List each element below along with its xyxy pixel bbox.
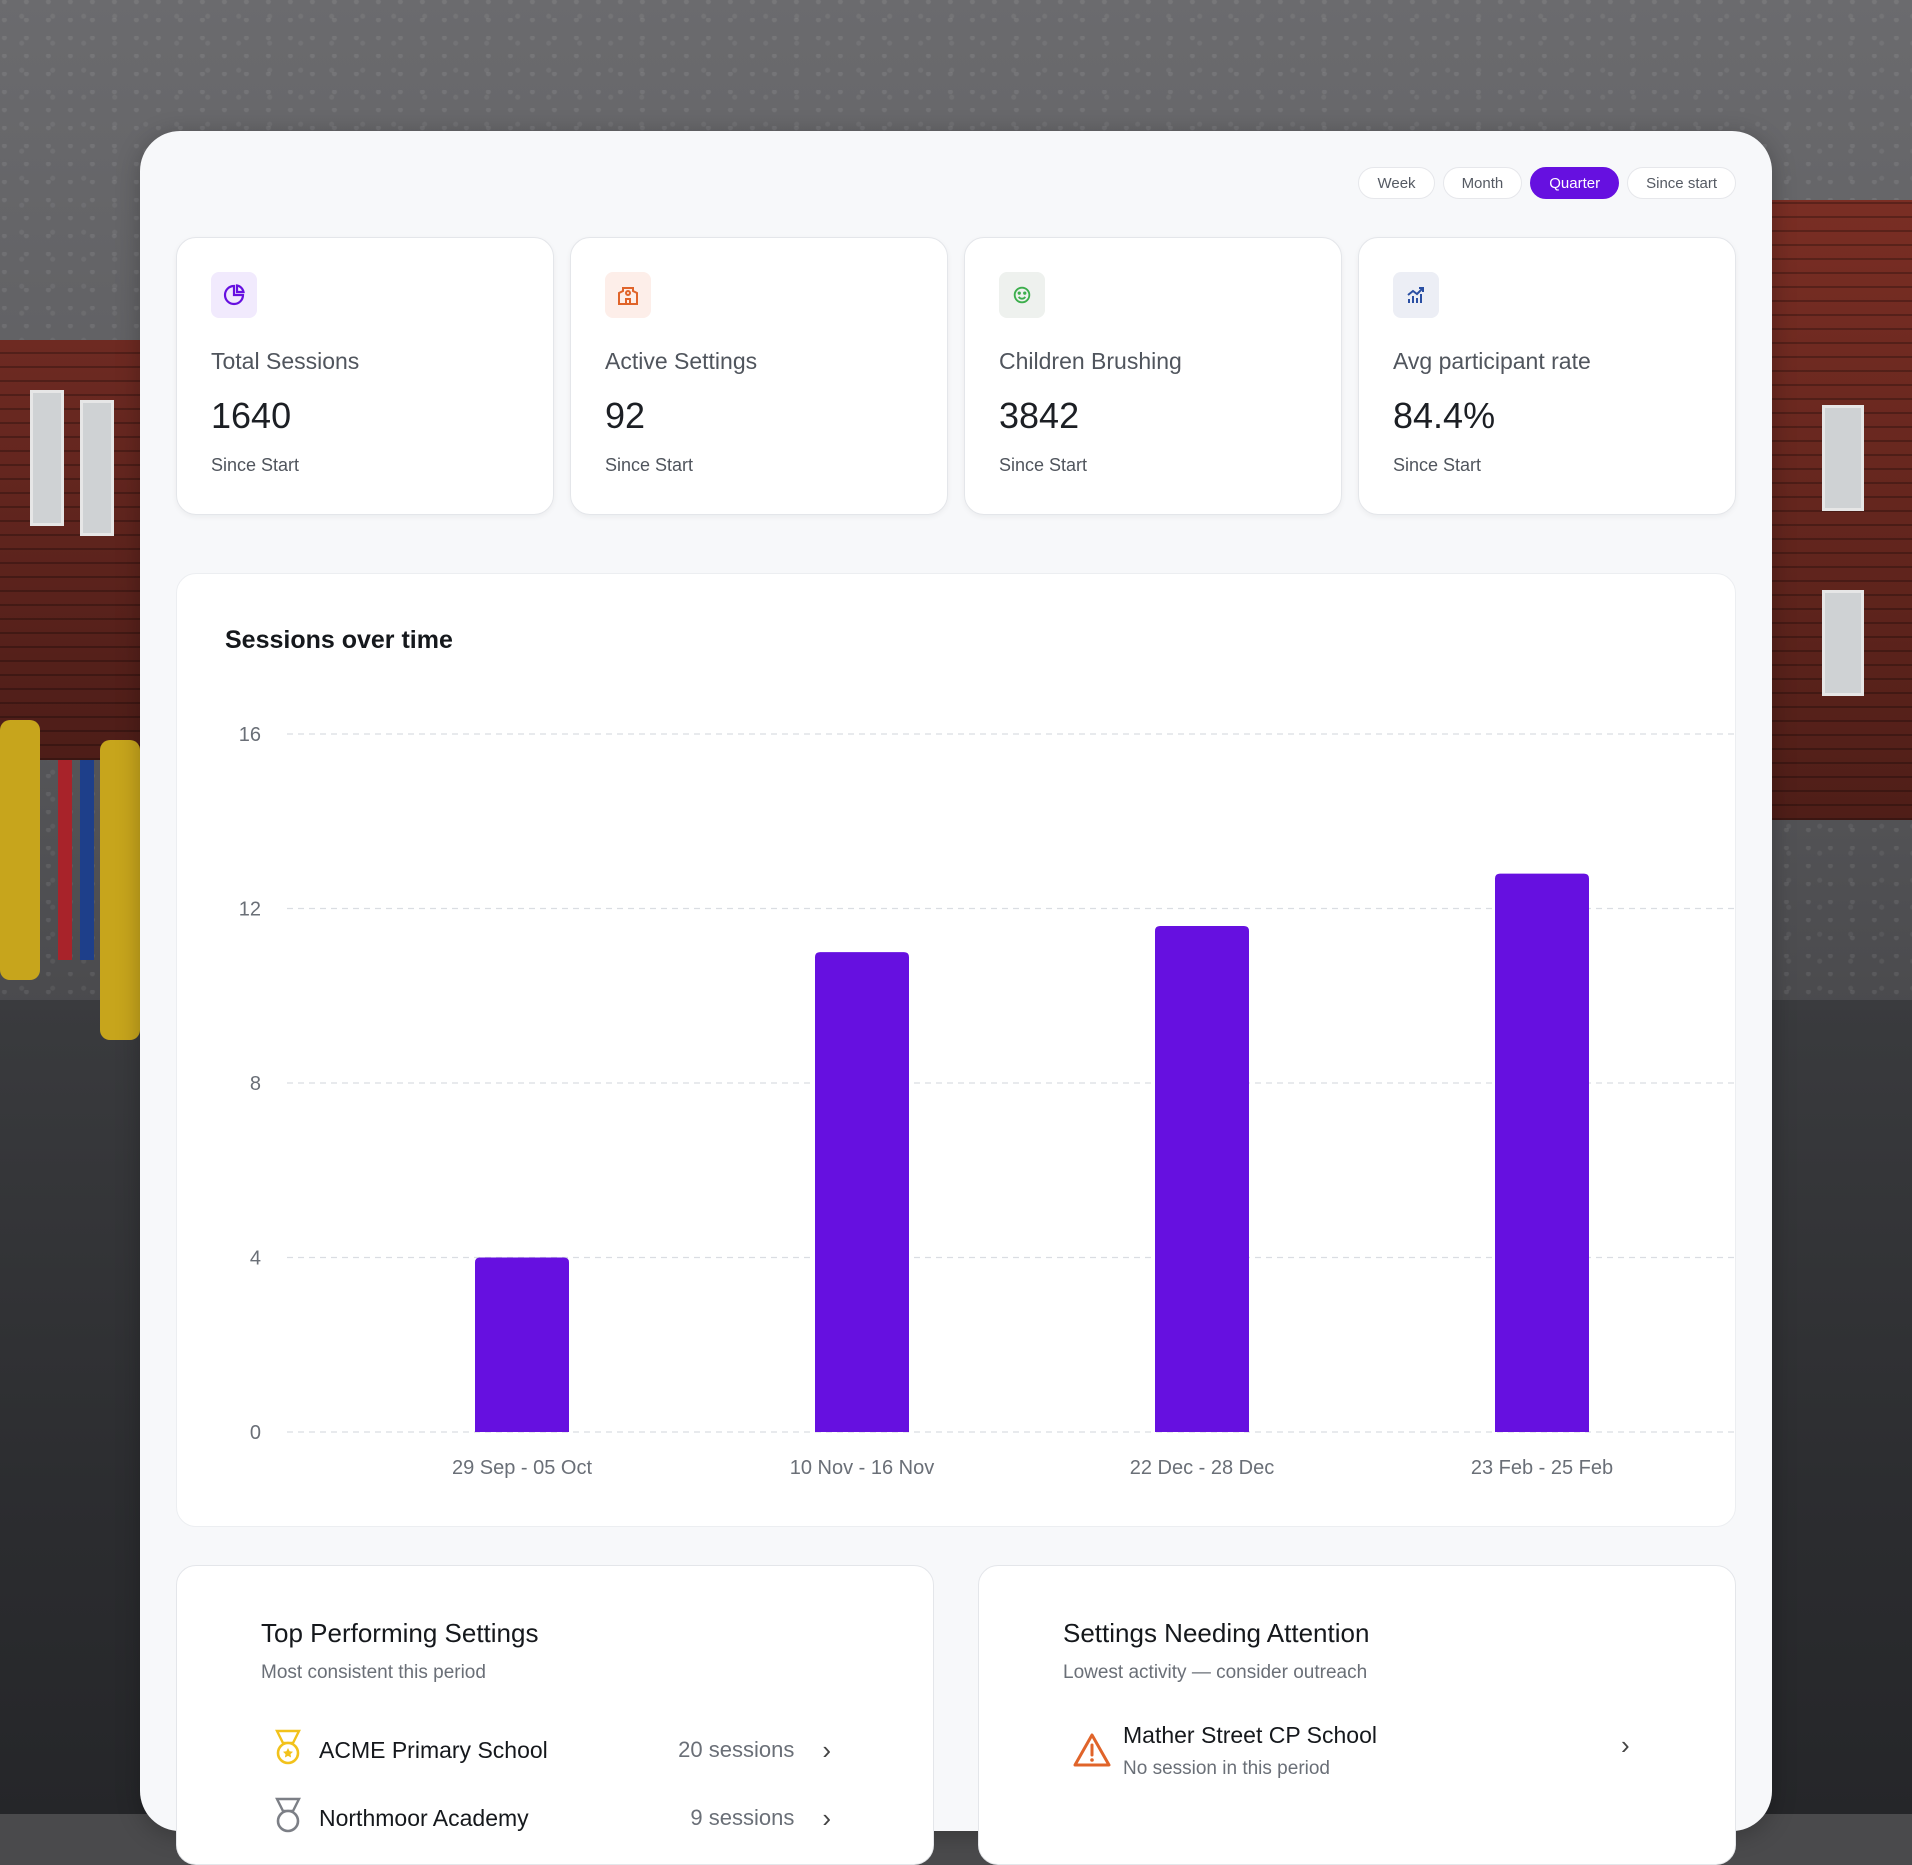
x-tick-label: 22 Dec - 28 Dec xyxy=(1130,1457,1275,1479)
stat-card-active-settings: Active Settings 92 Since Start xyxy=(570,237,948,515)
chevron-right-icon[interactable]: › xyxy=(822,1735,831,1766)
sessions-bar-chart: 0 4 8 12 16 29 Sep - 05 Oct 10 Nov - 16 Nov 22 … xyxy=(239,724,1737,1479)
stat-value: 3842 xyxy=(999,395,1080,436)
dashboard-card: Week Month Quarter Since start Total Ses… xyxy=(140,131,1772,1865)
smiley-face-icon xyxy=(999,272,1045,318)
filter-since-start[interactable]: Since start xyxy=(1627,167,1736,199)
chevron-right-icon[interactable]: › xyxy=(1621,1730,1630,1761)
warning-triangle-icon xyxy=(1073,1732,1111,1773)
stat-sub: Since Start xyxy=(605,455,694,475)
stat-value: 1640 xyxy=(211,395,292,436)
stat-card-total-sessions: Total Sessions 1640 Since Start xyxy=(176,237,554,515)
y-tick-label: 0 xyxy=(250,1422,261,1444)
stat-sub: Since Start xyxy=(1393,455,1482,475)
panel-title: Settings Needing Attention xyxy=(1063,1618,1370,1648)
period-filter: Week Month Quarter Since start xyxy=(1358,167,1736,199)
x-tick-label: 10 Nov - 16 Nov xyxy=(790,1457,935,1479)
x-tick-label: 23 Feb - 25 Feb xyxy=(1471,1457,1613,1479)
stat-label: Avg participant rate xyxy=(1393,348,1591,374)
pie-chart-icon xyxy=(211,272,257,318)
list-item[interactable]: Northmoor Academy 9 sessions › xyxy=(271,1797,831,1840)
stat-card-avg-participant-rate: Avg participant rate 84.4% Since Start xyxy=(1358,237,1736,515)
sessions-chart-card: Sessions over time 0 4 8 12 16 29 Sep - 05 Oc… xyxy=(176,573,1737,1527)
chevron-right-icon[interactable]: › xyxy=(822,1803,831,1834)
filter-week[interactable]: Week xyxy=(1358,167,1435,199)
attention-panel: Settings Needing Attention Lowest activi… xyxy=(978,1565,1736,1865)
chart-bar[interactable] xyxy=(1155,925,1249,1432)
panel-subtitle: Most consistent this period xyxy=(261,1662,486,1683)
setting-name: ACME Primary School xyxy=(319,1736,548,1763)
stat-card-children-brushing: Children Brushing 3842 Since Start xyxy=(964,237,1342,515)
chart-bar[interactable] xyxy=(475,1257,569,1433)
panel-subtitle: Lowest activity — consider outreach xyxy=(1063,1662,1368,1683)
chart-bar[interactable] xyxy=(815,952,909,1432)
stat-sub: Since Start xyxy=(211,455,300,475)
filter-month[interactable]: Month xyxy=(1442,167,1523,199)
stat-label: Total Sessions xyxy=(211,348,360,374)
setting-status: No session in this period xyxy=(1123,1758,1330,1779)
panel-title: Top Performing Settings xyxy=(261,1618,539,1648)
top-performing-panel: Top Performing Settings Most consistent … xyxy=(176,1565,934,1865)
stat-sub: Since Start xyxy=(999,455,1088,475)
silver-medal-icon xyxy=(271,1797,305,1840)
chart-bar[interactable] xyxy=(1495,873,1589,1432)
stat-label: Active Settings xyxy=(605,348,758,374)
gold-medal-icon xyxy=(271,1729,305,1772)
session-count: 20 sessions xyxy=(678,1737,795,1762)
y-tick-label: 8 xyxy=(250,1073,261,1095)
session-count: 9 sessions xyxy=(690,1805,795,1830)
stat-value: 84.4% xyxy=(1393,395,1496,436)
y-tick-label: 16 xyxy=(239,724,261,746)
stat-value: 92 xyxy=(605,395,646,436)
list-item[interactable]: ACME Primary School 20 sessions › xyxy=(271,1729,831,1772)
stats-row: Total Sessions 1640 Since Start Active S… xyxy=(176,237,1736,515)
y-tick-label: 12 xyxy=(239,899,261,921)
setting-name[interactable]: Mather Street CP School xyxy=(1123,1722,1377,1749)
setting-name: Northmoor Academy xyxy=(319,1804,529,1831)
trend-chart-icon xyxy=(1393,272,1439,318)
filter-quarter[interactable]: Quarter xyxy=(1530,167,1620,199)
x-tick-label: 29 Sep - 05 Oct xyxy=(452,1457,593,1479)
y-tick-label: 4 xyxy=(250,1248,261,1270)
school-building-icon xyxy=(605,272,651,318)
stat-label: Children Brushing xyxy=(999,348,1182,374)
